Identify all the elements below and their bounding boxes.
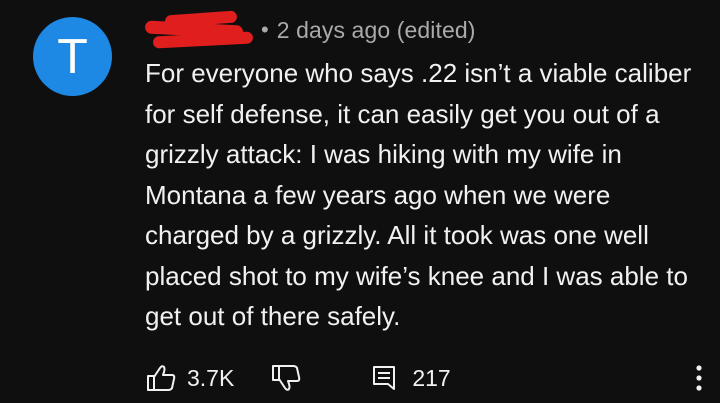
thumbs-up-icon[interactable] <box>145 362 177 394</box>
reply-count: 217 <box>412 364 451 391</box>
separator-dot: • <box>261 17 269 42</box>
redacted-username <box>144 10 255 49</box>
comment-header: • 2 days ago (edited) <box>144 10 476 49</box>
thumbs-down-icon[interactable] <box>270 362 302 394</box>
more-vert-icon[interactable] <box>687 360 711 396</box>
avatar-letter: T <box>58 29 87 84</box>
avatar[interactable]: T <box>33 17 112 96</box>
reply-icon[interactable] <box>370 364 398 392</box>
comment-actions: 3.7K 217 <box>145 360 705 396</box>
like-count: 3.7K <box>187 364 235 391</box>
timestamp[interactable]: 2 days ago (edited) <box>277 17 476 44</box>
comment-text: For everyone who says .22 isn’t a viable… <box>145 58 692 331</box>
